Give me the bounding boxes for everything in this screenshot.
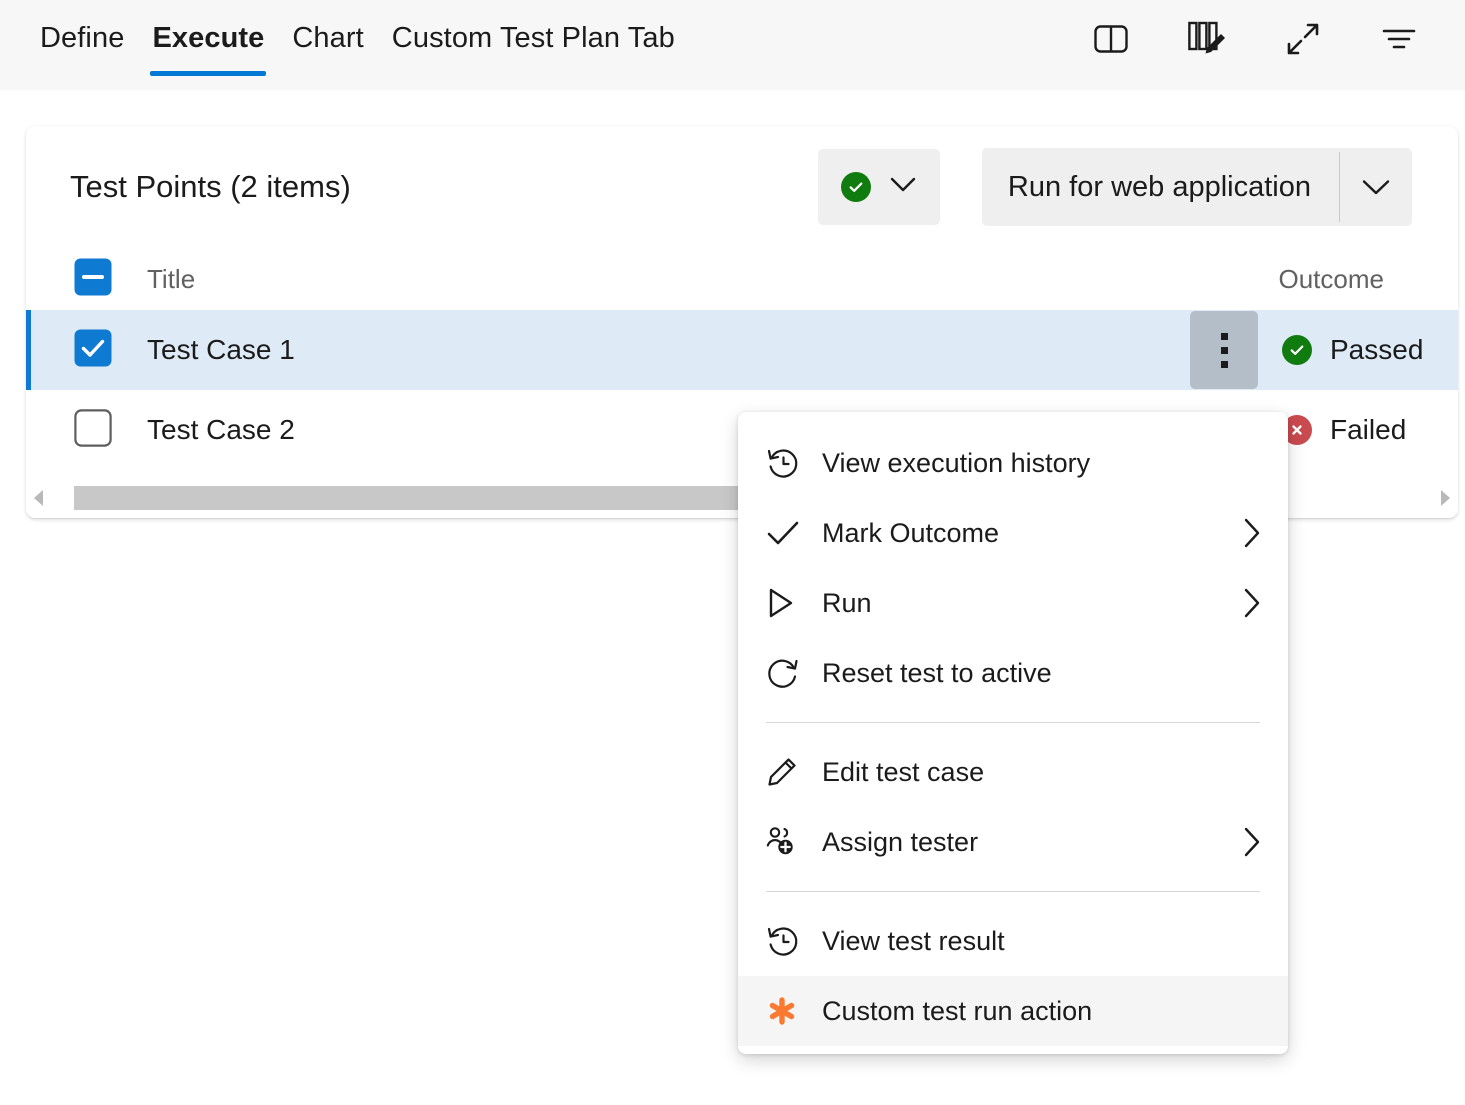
menu-separator bbox=[766, 722, 1260, 723]
page-title: Test Points (2 items) bbox=[70, 169, 351, 204]
refresh-icon bbox=[766, 656, 822, 690]
menu-item-label: Run bbox=[822, 587, 872, 618]
tab-chart[interactable]: Chart bbox=[278, 0, 377, 90]
row-checkbox[interactable] bbox=[74, 329, 112, 372]
scroll-right-arrow-icon[interactable] bbox=[1432, 488, 1458, 508]
top-tab-bar: Define Execute Chart Custom Test Plan Ta… bbox=[0, 0, 1465, 90]
row-title: Test Case 1 bbox=[147, 334, 295, 365]
menu-item-label: View test result bbox=[822, 925, 1005, 956]
card-header: Test Points (2 items) Run for web applic… bbox=[26, 126, 1458, 248]
checkmark-icon bbox=[766, 518, 822, 548]
history-icon bbox=[766, 446, 822, 480]
row-outcome-cell: Failed bbox=[1258, 414, 1458, 446]
chevron-right-icon bbox=[1242, 826, 1262, 858]
pencil-icon bbox=[766, 756, 822, 788]
run-for-web-application-split-button[interactable]: Run for web application bbox=[981, 148, 1412, 226]
grid-header-row: Title Outcome bbox=[26, 248, 1458, 310]
tab-bar-actions bbox=[1091, 0, 1465, 78]
menu-separator bbox=[766, 891, 1260, 892]
chevron-down-icon bbox=[889, 176, 917, 199]
play-icon bbox=[766, 587, 822, 619]
select-all-checkbox[interactable] bbox=[74, 258, 112, 301]
set-outcome-split-button[interactable] bbox=[817, 149, 940, 225]
chevron-right-icon bbox=[1242, 517, 1262, 549]
menu-item-reset-test-to-active[interactable]: Reset test to active bbox=[738, 638, 1288, 708]
row-outcome-label: Failed bbox=[1330, 414, 1407, 445]
menu-item-label: Assign tester bbox=[822, 826, 979, 857]
menu-item-edit-test-case[interactable]: Edit test case bbox=[738, 737, 1288, 807]
menu-item-view-test-result[interactable]: View test result bbox=[738, 906, 1288, 976]
person-add-icon bbox=[766, 826, 822, 858]
menu-item-custom-test-run-action[interactable]: Custom test run action bbox=[738, 976, 1288, 1046]
kebab-dot bbox=[1220, 346, 1228, 354]
tab-custom-test-plan-tab[interactable]: Custom Test Plan Tab bbox=[378, 0, 689, 90]
tab-define[interactable]: Define bbox=[26, 0, 138, 90]
filter-icon[interactable] bbox=[1379, 19, 1419, 59]
menu-item-label: Mark Outcome bbox=[822, 517, 1000, 548]
pass-status-icon bbox=[1282, 335, 1312, 365]
row-outcome-cell: Passed bbox=[1258, 334, 1458, 366]
history-icon bbox=[766, 924, 822, 958]
column-options-icon[interactable] bbox=[1187, 19, 1227, 59]
menu-item-label: Reset test to active bbox=[822, 657, 1052, 688]
column-header-title[interactable]: Title bbox=[147, 264, 195, 295]
row-outcome-label: Passed bbox=[1330, 334, 1424, 365]
card-header-actions: Run for web application bbox=[817, 148, 1412, 226]
expand-icon[interactable] bbox=[1283, 19, 1323, 59]
kebab-dot bbox=[1220, 332, 1228, 340]
tab-execute[interactable]: Execute bbox=[138, 0, 278, 90]
run-button-chevron-down-icon[interactable] bbox=[1340, 148, 1412, 226]
row-checkbox[interactable] bbox=[74, 408, 112, 452]
pass-status-icon bbox=[840, 172, 871, 202]
scrollbar-thumb[interactable] bbox=[74, 486, 764, 510]
menu-item-label: Custom test run action bbox=[822, 995, 1093, 1026]
split-pane-icon[interactable] bbox=[1091, 19, 1131, 59]
menu-item-view-execution-history[interactable]: View execution history bbox=[738, 428, 1288, 498]
kebab-dot bbox=[1220, 360, 1228, 368]
tab-list: Define Execute Chart Custom Test Plan Ta… bbox=[0, 0, 689, 90]
menu-item-mark-outcome[interactable]: Mark Outcome bbox=[738, 498, 1288, 568]
asterisk-icon bbox=[766, 995, 822, 1027]
table-row[interactable]: Test Case 1 Passed bbox=[26, 310, 1458, 390]
menu-item-label: View execution history bbox=[822, 447, 1091, 478]
menu-item-assign-tester[interactable]: Assign tester bbox=[738, 807, 1288, 877]
row-actions: Passed bbox=[1190, 310, 1458, 390]
row-title: Test Case 2 bbox=[147, 414, 295, 445]
chevron-right-icon bbox=[1242, 587, 1262, 619]
menu-item-run[interactable]: Run bbox=[738, 568, 1288, 638]
row-context-menu: View execution history Mark Outcome Run … bbox=[738, 412, 1288, 1054]
menu-item-label: Edit test case bbox=[822, 756, 985, 787]
scroll-left-arrow-icon[interactable] bbox=[26, 488, 52, 508]
column-header-outcome[interactable]: Outcome bbox=[1279, 264, 1429, 295]
row-more-actions-button[interactable] bbox=[1190, 311, 1258, 389]
run-button-label[interactable]: Run for web application bbox=[982, 148, 1339, 226]
